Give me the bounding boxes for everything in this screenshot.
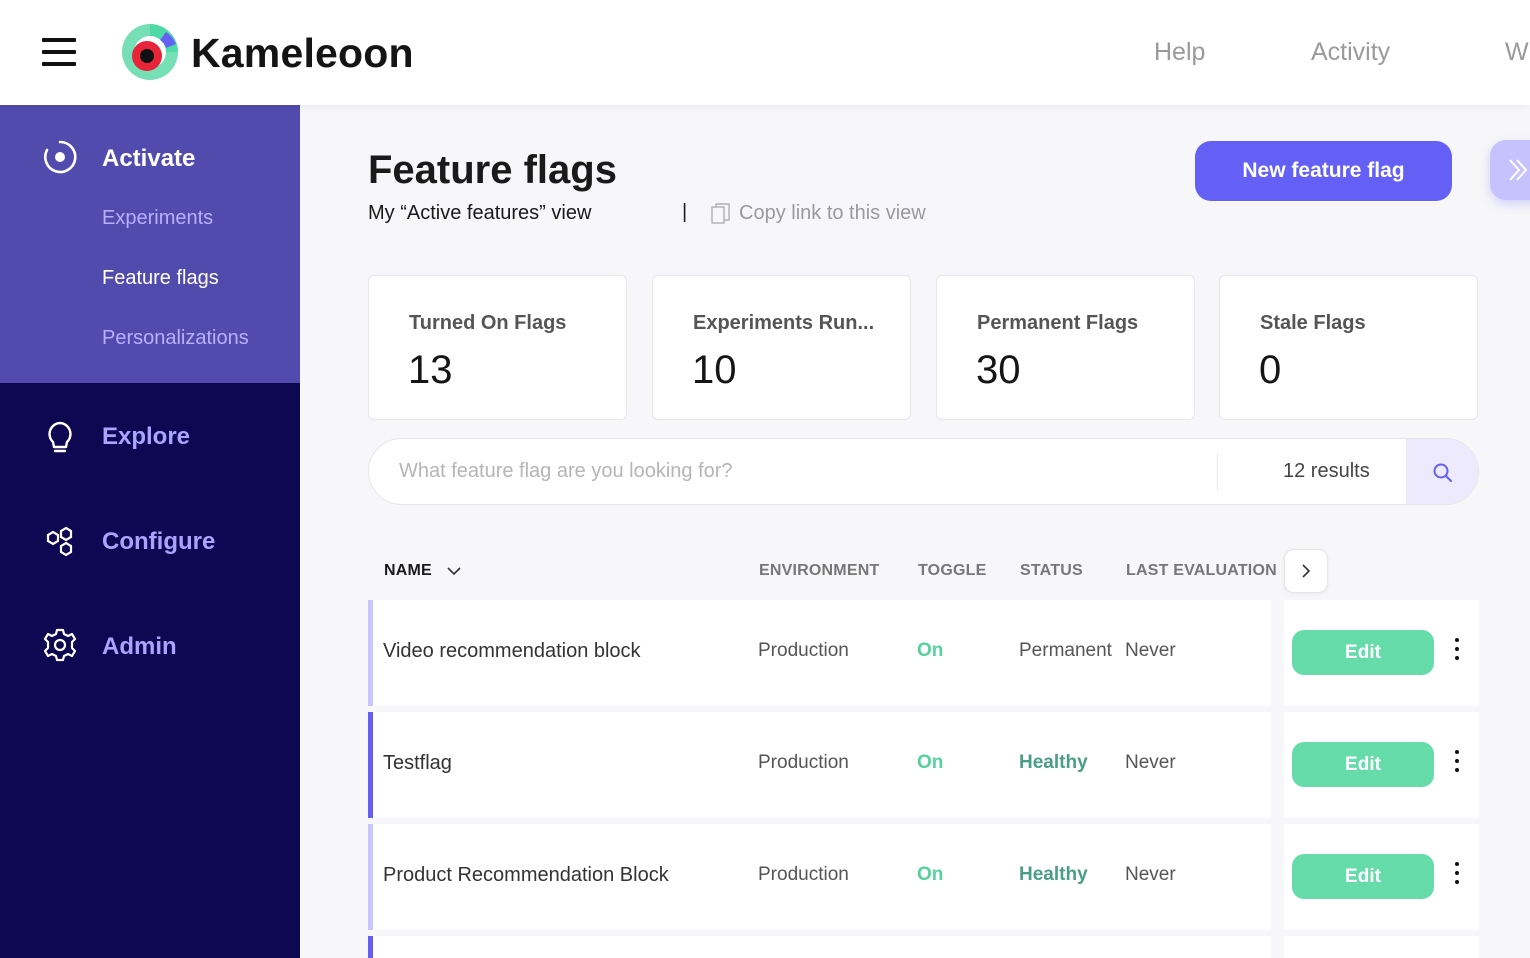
new-feature-flag-button[interactable]: New feature flag (1195, 141, 1452, 201)
top-bar: Kameleoon Help Activity W (0, 0, 1530, 105)
sidebar: Activate Experiments Feature flags Perso… (0, 105, 300, 958)
flag-environment: Production (758, 752, 849, 773)
edit-button[interactable]: Edit (1292, 742, 1434, 787)
header-divider: | (682, 201, 688, 223)
results-count: 12 results (1283, 460, 1370, 482)
copy-icon (711, 202, 730, 224)
hexagons-icon (46, 526, 73, 557)
flag-toggle[interactable]: On (917, 864, 943, 886)
table-row[interactable]: Product Recommendation Block Production … (368, 824, 1271, 930)
flag-last-evaluation: Never (1125, 752, 1176, 773)
column-header-status[interactable]: STATUS (1020, 562, 1083, 580)
more-options-icon[interactable] (1447, 862, 1467, 888)
sidebar-item-admin[interactable]: Admin (102, 633, 177, 661)
stat-label: Experiments Run... (693, 312, 875, 334)
row-actions: Edit (1284, 712, 1479, 818)
search-bar: 12 results (368, 438, 1479, 505)
column-header-environment[interactable]: ENVIRONMENT (759, 562, 879, 580)
flag-name[interactable]: Product Recommendation Block (383, 864, 669, 887)
sidebar-item-activate[interactable]: Activate (102, 145, 195, 173)
stat-value: 30 (976, 348, 1021, 392)
row-accent (368, 712, 373, 818)
copy-link-label: Copy link to this view (739, 202, 926, 224)
column-header-last-evaluation[interactable]: LAST EVALUATION (1126, 562, 1277, 580)
table-row[interactable]: Testflag Production On Healthy Never (368, 712, 1271, 818)
column-name-label: NAME (384, 562, 432, 579)
column-header-toggle[interactable]: TOGGLE (918, 562, 986, 580)
lightbulb-icon (48, 421, 72, 453)
flag-status: Permanent (1019, 640, 1112, 661)
flag-environment: Production (758, 864, 849, 885)
more-options-icon[interactable] (1447, 638, 1467, 664)
flag-name[interactable]: Testflag (383, 752, 452, 775)
stat-value: 13 (408, 348, 453, 392)
sidebar-item-personalizations[interactable]: Personalizations (102, 327, 249, 350)
topnav-activity[interactable]: Activity (1311, 38, 1390, 67)
sidebar-item-configure[interactable]: Configure (102, 528, 215, 556)
stat-card-permanent[interactable]: Permanent Flags 30 (936, 275, 1195, 420)
table-row[interactable] (368, 936, 1271, 958)
search-separator (1217, 453, 1218, 491)
flag-name[interactable]: Video recommendation block (383, 640, 641, 663)
sidebar-item-experiments[interactable]: Experiments (102, 207, 213, 230)
double-chevron-right-icon (1509, 159, 1528, 181)
chevron-right-icon (1302, 564, 1311, 578)
stat-label: Permanent Flags (977, 312, 1139, 334)
flag-status: Healthy (1019, 752, 1088, 773)
column-header-name[interactable]: NAME (384, 562, 462, 580)
row-actions (1284, 936, 1479, 958)
flag-last-evaluation: Never (1125, 640, 1176, 661)
stat-card-stale[interactable]: Stale Flags 0 (1219, 275, 1478, 420)
stat-label: Stale Flags (1260, 312, 1366, 334)
next-columns-button[interactable] (1284, 549, 1328, 593)
view-name: My “Active features” view (368, 202, 592, 224)
row-accent (368, 936, 373, 958)
flag-toggle[interactable]: On (917, 752, 943, 774)
flag-environment: Production (758, 640, 849, 661)
page-title: Feature flags (368, 148, 617, 192)
panel-toggle-button[interactable] (1490, 140, 1530, 200)
stat-card-experiments[interactable]: Experiments Run... 10 (652, 275, 911, 420)
search-icon (1433, 463, 1452, 482)
sidebar-item-feature-flags[interactable]: Feature flags (102, 267, 219, 290)
edit-button[interactable]: Edit (1292, 630, 1434, 675)
flag-last-evaluation: Never (1125, 864, 1176, 885)
hamburger-menu-icon[interactable] (42, 38, 76, 66)
sidebar-item-explore[interactable]: Explore (102, 423, 190, 451)
row-actions: Edit (1284, 824, 1479, 930)
flag-status: Healthy (1019, 864, 1088, 885)
table-row[interactable]: Video recommendation block Production On… (368, 600, 1271, 706)
more-options-icon[interactable] (1447, 750, 1467, 776)
stat-card-turned-on[interactable]: Turned On Flags 13 (368, 275, 627, 420)
row-actions: Edit (1284, 600, 1479, 706)
kameleoon-logo[interactable] (120, 22, 180, 82)
target-icon (44, 140, 77, 174)
edit-button[interactable]: Edit (1292, 854, 1434, 899)
row-accent (368, 824, 373, 930)
stat-label: Turned On Flags (409, 312, 567, 334)
chevron-down-icon (447, 567, 461, 576)
search-input[interactable] (399, 439, 1199, 504)
search-button[interactable] (1406, 439, 1478, 504)
copy-link-button[interactable]: Copy link to this view (711, 202, 926, 225)
topnav-truncated[interactable]: W (1505, 38, 1529, 67)
flag-toggle[interactable]: On (917, 640, 943, 662)
stat-value: 10 (692, 348, 737, 392)
gear-icon (43, 628, 77, 662)
topnav-help[interactable]: Help (1154, 38, 1205, 67)
brand-name: Kameleoon (191, 30, 414, 76)
row-accent (368, 600, 373, 706)
stat-value: 0 (1259, 348, 1282, 392)
